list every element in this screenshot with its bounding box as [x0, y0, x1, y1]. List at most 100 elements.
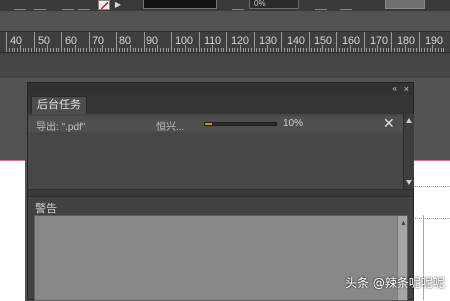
ruler-tick — [275, 48, 277, 52]
ruler-tick — [102, 45, 104, 52]
ruler-tick — [74, 45, 76, 52]
ruler-tick — [77, 48, 79, 52]
ruler-tick — [270, 48, 271, 52]
panel-divider[interactable] — [28, 189, 413, 197]
ruler-tick — [228, 48, 230, 52]
ruler-tick — [239, 45, 241, 52]
ruler-tick — [303, 48, 304, 52]
ruler-tick — [154, 48, 156, 52]
ruler-tick — [63, 48, 65, 52]
ruler-label: 170 — [370, 35, 388, 47]
effects-icon[interactable] — [340, 0, 352, 10]
close-icon[interactable]: × — [404, 83, 409, 95]
ruler-tick — [72, 48, 73, 52]
ruler-tick — [366, 48, 368, 52]
opacity-icon — [232, 0, 244, 10]
ruler-tick — [289, 48, 291, 52]
scroll-up-icon[interactable]: ▲ — [400, 220, 407, 227]
swatch-dropdown-icon[interactable]: ▶ — [113, 0, 123, 10]
cancel-task-icon[interactable]: ✕ — [383, 115, 395, 132]
ruler-tick — [369, 48, 370, 52]
stroke-field[interactable] — [143, 0, 217, 9]
collapse-icon[interactable]: « — [393, 83, 397, 95]
guide-line — [415, 218, 450, 219]
document-page-left[interactable] — [0, 160, 25, 301]
horizontal-ruler: 40 50 60 70 80 90 100 110 120 130 140 15… — [0, 31, 450, 53]
ruler-tick — [308, 32, 310, 52]
ruler-tick — [121, 48, 123, 52]
ruler-tick — [132, 48, 134, 52]
ruler-tick — [217, 48, 219, 52]
ruler-tick — [292, 48, 293, 52]
ruler-tick — [11, 48, 13, 52]
fill-swatch[interactable] — [98, 0, 110, 10]
ruler-tick — [311, 48, 313, 52]
ruler-tick — [264, 48, 266, 52]
rotate-icon[interactable] — [78, 0, 90, 10]
ruler-tick — [267, 45, 269, 52]
ruler-tick — [118, 48, 120, 52]
task-list-scrollbar[interactable] — [403, 114, 414, 189]
ruler-label: 190 — [425, 35, 443, 47]
ruler-tick — [286, 48, 288, 52]
ruler-tick — [261, 48, 263, 52]
ruler-tick — [173, 48, 175, 52]
ruler-tick — [300, 48, 302, 52]
scroll-down-icon[interactable] — [406, 180, 412, 185]
ruler-tick — [333, 48, 335, 52]
ruler-tick — [330, 48, 332, 52]
ruler-tick — [435, 48, 436, 52]
ruler-tick — [160, 48, 161, 52]
ruler-label: 180 — [397, 35, 415, 47]
ruler-tick — [327, 48, 329, 52]
ruler-tick — [226, 32, 227, 52]
panel-tabbar: 后台任务 — [28, 95, 413, 115]
transform-icon[interactable] — [34, 0, 46, 10]
ruler-tick — [281, 32, 282, 52]
ruler-tick — [429, 48, 431, 52]
ruler-tick — [182, 48, 183, 52]
ruler-tick — [407, 48, 409, 52]
ruler-tick — [294, 45, 296, 52]
warnings-heading: 警告 — [35, 203, 57, 215]
ruler-tick — [151, 48, 153, 52]
ruler-tick — [143, 32, 145, 52]
ruler-tick — [250, 48, 252, 52]
ruler-tick — [421, 48, 423, 52]
ruler-tick — [124, 48, 126, 52]
ruler-tick — [19, 45, 21, 52]
ruler-tick — [39, 48, 40, 52]
flip-icon[interactable] — [62, 0, 74, 10]
ruler-tick — [426, 48, 428, 52]
scroll-up-icon[interactable] — [406, 118, 412, 123]
ruler-label: 140 — [287, 35, 305, 47]
ruler-tick — [88, 32, 90, 52]
tab-background-tasks[interactable]: 后台任务 — [31, 96, 87, 114]
ruler-tick — [47, 45, 49, 52]
ruler-tick — [129, 45, 131, 52]
ruler-tick — [80, 48, 82, 52]
ruler-tick — [393, 48, 395, 52]
ruler-tick — [278, 48, 280, 52]
ruler-tick — [242, 48, 244, 52]
align-icon[interactable] — [14, 0, 26, 10]
ruler-tick — [316, 48, 318, 52]
ruler-label: 90 — [146, 35, 158, 47]
ruler-tick — [341, 48, 343, 52]
opacity-field[interactable]: 0% — [249, 0, 299, 9]
shadow-icon[interactable] — [315, 0, 327, 10]
ruler-tick — [17, 48, 18, 52]
ruler-tick — [179, 48, 181, 52]
ruler-tick — [198, 32, 200, 52]
ruler-tick — [358, 48, 359, 52]
frame-select[interactable] — [385, 0, 425, 9]
ruler-tick — [162, 48, 164, 52]
task-row[interactable]: 导出: ".pdf" 恒兴... 10% ✕ — [28, 115, 403, 133]
ruler-tick — [96, 48, 98, 52]
ruler-tick — [349, 45, 351, 52]
ruler-tick — [377, 45, 379, 52]
ruler-tick — [140, 48, 142, 52]
ruler-tick — [380, 48, 381, 52]
ruler-tick — [94, 48, 95, 52]
ruler-tick — [413, 48, 414, 52]
